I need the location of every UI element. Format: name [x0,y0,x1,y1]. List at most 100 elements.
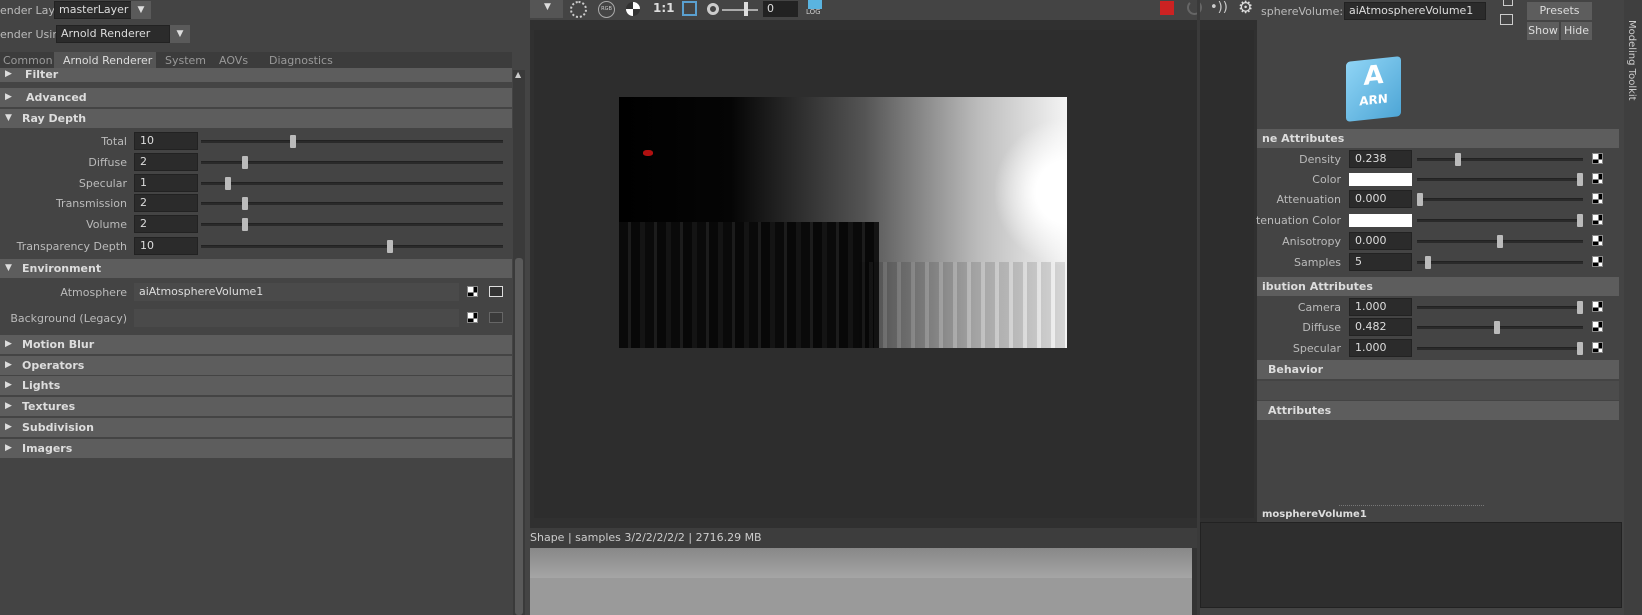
slider-knob[interactable] [242,218,248,231]
texture-map-icon[interactable] [1592,256,1603,267]
color-swatch[interactable] [1349,173,1412,186]
texture-map-icon[interactable] [1592,321,1603,332]
attribute-field[interactable]: 0.238 [1349,150,1412,168]
texture-map-icon[interactable] [467,286,478,297]
modeling-toolkit-tab[interactable]: Modeling Toolkit [1626,20,1637,101]
slider-knob[interactable] [1455,153,1461,166]
snapshot-icon[interactable] [570,1,587,18]
connection-icon[interactable] [489,312,503,323]
slider-knob[interactable] [290,135,296,148]
texture-map-icon[interactable] [467,312,478,323]
slider-knob[interactable] [1577,214,1583,227]
section-volume-attributes[interactable]: ne Attributes [1257,129,1619,148]
gear-icon[interactable]: ⚙ [1238,0,1253,18]
slider-knob[interactable] [1497,235,1503,248]
attribute-slider[interactable] [1417,173,1583,186]
ray-depth-slider[interactable] [201,135,503,148]
attribute-field[interactable]: 1.000 [1349,298,1412,316]
section-textures[interactable]: ▶ Textures [0,397,512,416]
focus-icon[interactable] [1503,0,1513,6]
texture-map-icon[interactable] [1592,301,1603,312]
chevron-down-icon[interactable]: ▼ [170,25,190,43]
attribute-slider[interactable] [1417,256,1583,269]
section-advanced[interactable]: ▶ Advanced [0,88,512,107]
presets-button[interactable]: Presets [1527,2,1592,20]
texture-map-icon[interactable] [1592,235,1603,246]
section-ray-depth[interactable]: ▼ Ray Depth [0,109,512,128]
atmosphere-field[interactable]: aiAtmosphereVolume1 [134,283,459,301]
attribute-slider[interactable] [1417,193,1583,206]
stop-render-icon[interactable] [1160,1,1174,15]
ray-depth-slider[interactable] [201,240,503,253]
ray-depth-slider[interactable] [201,218,503,231]
slider-knob[interactable] [387,240,393,253]
notes-textarea[interactable] [1200,522,1622,608]
alpha-icon[interactable] [626,2,640,16]
attribute-field[interactable]: 0.482 [1349,318,1412,336]
ray-depth-field[interactable]: 10 [134,132,198,150]
render-using-dropdown[interactable]: Arnold Renderer [56,25,170,43]
slider-knob[interactable] [1577,173,1583,186]
ray-depth-field[interactable]: 10 [134,237,198,255]
slider-knob[interactable] [1425,256,1431,269]
scrollbar-thumb[interactable] [515,258,523,615]
ray-depth-slider[interactable] [201,197,503,210]
slider-knob[interactable] [242,197,248,210]
slider-knob[interactable] [1494,321,1500,334]
section-lights[interactable]: ▶ Lights [0,376,512,395]
background-field[interactable] [134,309,459,327]
chevron-down-icon[interactable]: ▼ [544,2,551,12]
exposure-field[interactable]: 0 [763,1,798,17]
scroll-up-icon[interactable]: ▲ [515,70,521,79]
attribute-slider[interactable] [1417,214,1583,227]
color-swatch[interactable] [1349,214,1412,227]
attribute-slider[interactable] [1417,342,1583,355]
section-filter[interactable]: ▶ Filter [0,68,512,82]
section-motion-blur[interactable]: ▶ Motion Blur [0,335,512,354]
texture-map-icon[interactable] [1592,342,1603,353]
attribute-slider[interactable] [1417,235,1583,248]
ray-depth-slider[interactable] [201,177,503,190]
texture-map-icon[interactable] [1592,214,1603,225]
section-environment[interactable]: ▼ Environment [0,259,512,278]
texture-map-icon[interactable] [1592,193,1603,204]
texture-map-icon[interactable] [1592,173,1603,184]
section-behavior[interactable]: Behavior [1257,360,1619,379]
frame-icon[interactable] [682,1,697,16]
node-name-field[interactable]: aiAtmosphereVolume1 [1344,2,1486,20]
attribute-field[interactable]: 5 [1349,253,1412,271]
attribute-slider[interactable] [1417,153,1583,166]
slider-knob[interactable] [1577,342,1583,355]
hide-button[interactable]: Hide [1561,22,1592,40]
render-layer-dropdown[interactable]: masterLayer [54,1,132,19]
slider-knob[interactable] [1417,193,1423,206]
attribute-field[interactable]: 0.000 [1349,232,1412,250]
ray-depth-field[interactable]: 1 [134,174,198,192]
scrollbar[interactable]: ▲ [513,70,525,615]
show-button[interactable]: Show [1527,22,1559,40]
section-empty[interactable] [1257,381,1619,400]
section-imagers[interactable]: ▶ Imagers [0,439,512,458]
ratio-button[interactable]: 1:1 [653,1,675,15]
slider-knob[interactable] [1577,301,1583,314]
ray-depth-field[interactable]: 2 [134,194,198,212]
ipr-icon[interactable]: •)) [1210,0,1228,15]
attribute-field[interactable]: 1.000 [1349,339,1412,357]
select-icon[interactable] [1500,14,1513,25]
ray-depth-field[interactable]: 2 [134,215,198,233]
section-subdivision[interactable]: ▶ Subdivision [0,418,512,437]
section-operators[interactable]: ▶ Operators [0,356,512,375]
attribute-field[interactable]: 0.000 [1349,190,1412,208]
exposure-slider[interactable] [722,9,758,11]
section-extra-attributes[interactable]: Attributes [1257,401,1619,420]
section-contribution-attributes[interactable]: ibution Attributes [1257,277,1619,296]
texture-map-icon[interactable] [1592,153,1603,164]
ray-depth-field[interactable]: 2 [134,153,198,171]
panel-splitter[interactable] [1197,0,1200,615]
exposure-slider-knob[interactable] [744,2,748,16]
slider-knob[interactable] [242,156,248,169]
connection-icon[interactable] [489,286,503,297]
exposure-icon[interactable] [707,3,719,15]
attribute-slider[interactable] [1417,301,1583,314]
slider-knob[interactable] [225,177,231,190]
